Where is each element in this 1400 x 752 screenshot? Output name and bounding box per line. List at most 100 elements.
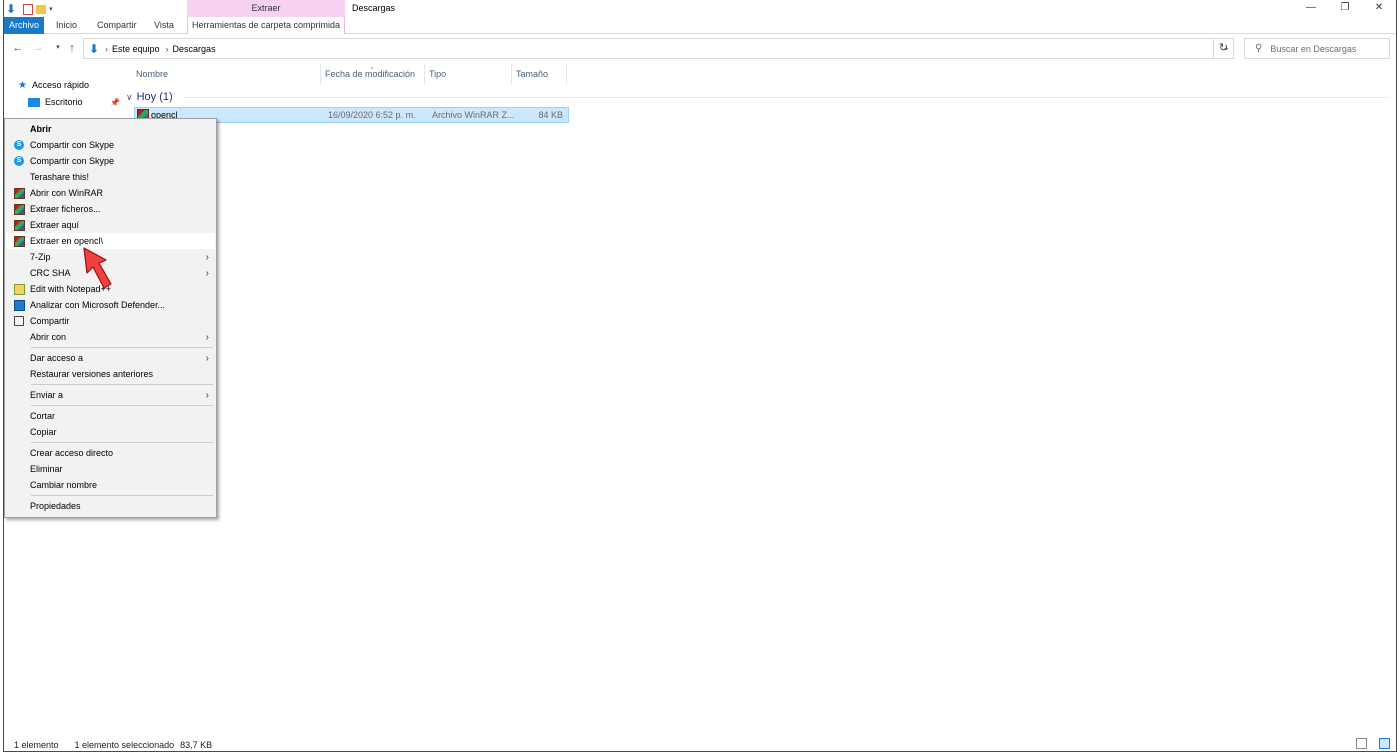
menu-item-abrir-con[interactable]: Abrir con › — [6, 329, 215, 345]
menu-item-compartir-skype[interactable]: S Compartir con Skype — [6, 137, 215, 153]
menu-item-label: Extraer aquí — [30, 220, 80, 230]
properties-icon[interactable] — [23, 3, 34, 15]
collapse-chevron-icon[interactable]: ∨ — [126, 92, 133, 103]
tab-archivo[interactable]: Archivo — [4, 17, 44, 34]
close-button[interactable]: ✕ — [1362, 0, 1396, 17]
tab-inicio[interactable]: Inicio — [50, 17, 83, 34]
menu-item-abrir[interactable]: Abrir — [6, 121, 215, 137]
breadcrumb-descargas[interactable]: Descargas — [173, 44, 216, 54]
menu-item-terashare[interactable]: Terashare this! — [6, 169, 215, 185]
menu-item-crear-acceso-directo[interactable]: Crear acceso directo — [6, 445, 215, 461]
winrar-icon — [13, 219, 25, 231]
star-icon: ★ — [18, 79, 27, 91]
download-folder-icon[interactable]: ⬇ — [6, 2, 16, 16]
group-label: Hoy (1) — [136, 91, 173, 103]
column-header-type[interactable]: Tipo — [425, 64, 512, 84]
nav-item-escritorio[interactable]: Escritorio 📌 — [28, 94, 124, 110]
menu-item-label: Abrir con — [30, 332, 67, 342]
pin-icon: 📌 — [110, 97, 120, 107]
menu-item-compartir[interactable]: Compartir — [6, 313, 215, 329]
nav-item-label: Escritorio — [45, 97, 83, 107]
menu-item-label: 7-Zip — [30, 252, 51, 262]
address-bar[interactable]: ⬇ › Este equipo › Descargas ⌄ — [83, 38, 1234, 59]
tab-compartir[interactable]: Compartir — [91, 17, 143, 34]
menu-item-label: Compartir — [30, 316, 70, 326]
menu-item-restaurar-versiones[interactable]: Restaurar versiones anteriores — [6, 366, 215, 382]
ribbon-tabs: Archivo Inicio Compartir Vista Herramien… — [4, 17, 1396, 34]
menu-item-label: Enviar a — [30, 390, 64, 400]
sort-caret-icon: ⌄ — [369, 64, 375, 71]
tab-herramientas-carpeta-comprimida[interactable]: Herramientas de carpeta comprimida — [187, 17, 345, 34]
customize-qat-icon[interactable]: ▾ — [49, 5, 53, 13]
menu-item-enviar-a[interactable]: Enviar a › — [6, 387, 215, 403]
menu-item-cambiar-nombre[interactable]: Cambiar nombre — [6, 477, 215, 493]
tab-vista[interactable]: Vista — [148, 17, 180, 34]
menu-item-abrir-winrar[interactable]: Abrir con WinRAR — [6, 185, 215, 201]
menu-item-compartir-skype-2[interactable]: S Compartir con Skype — [6, 153, 215, 169]
column-header-size[interactable]: Tamaño — [512, 64, 567, 84]
context-menu: Abrir S Compartir con Skype S Compartir co… — [4, 118, 217, 518]
submenu-chevron-icon: › — [205, 331, 209, 343]
menu-separator — [31, 442, 213, 443]
search-input[interactable]: ⚲ Buscar en Descargas — [1244, 38, 1390, 59]
column-header-name[interactable]: Nombre — [132, 64, 321, 84]
menu-item-label: Copiar — [30, 427, 57, 437]
context-tab-group-label: Extraer — [187, 0, 345, 17]
red-pointer-arrow-icon — [83, 247, 112, 289]
large-icons-view-icon[interactable] — [1379, 738, 1390, 749]
menu-separator — [31, 405, 213, 406]
back-arrow-icon[interactable]: ← — [10, 40, 26, 56]
window-title: Descargas — [352, 3, 396, 13]
menu-item-label: Restaurar versiones anteriores — [30, 369, 154, 379]
search-icon: ⚲ — [1255, 43, 1263, 54]
menu-item-label: Cambiar nombre — [30, 480, 98, 490]
menu-item-label: Analizar con Microsoft Defender... — [30, 300, 166, 310]
submenu-chevron-icon: › — [205, 267, 209, 279]
forward-arrow-icon[interactable]: → — [30, 40, 46, 56]
restore-button[interactable]: ❐ — [1328, 0, 1362, 17]
defender-icon — [13, 299, 25, 311]
menu-separator — [31, 347, 213, 348]
view-switcher — [1346, 738, 1390, 749]
column-header-date[interactable]: ⌄ Fecha de modificación — [321, 64, 425, 84]
submenu-chevron-icon: › — [205, 251, 209, 263]
up-arrow-icon[interactable]: ↑ — [64, 40, 80, 56]
menu-item-label: Eliminar — [30, 464, 63, 474]
nav-item-acceso-rapido[interactable]: ★ Acceso rápido — [18, 77, 89, 93]
menu-item-eliminar[interactable]: Eliminar — [6, 461, 215, 477]
minimize-button[interactable]: — — [1294, 0, 1328, 17]
menu-item-defender[interactable]: Analizar con Microsoft Defender... — [6, 297, 215, 313]
menu-item-copiar[interactable]: Copiar — [6, 424, 215, 440]
menu-item-dar-acceso[interactable]: Dar acceso a › — [6, 350, 215, 366]
refresh-icon[interactable]: ↻ — [1213, 38, 1234, 59]
status-selected-size: 83,7 KB — [180, 740, 213, 750]
skype-icon: S — [14, 140, 24, 150]
search-placeholder: Buscar en Descargas — [1270, 43, 1357, 54]
new-folder-icon[interactable] — [36, 4, 47, 14]
menu-item-label: Compartir con Skype — [30, 140, 115, 150]
details-view-icon[interactable] — [1356, 738, 1367, 749]
menu-item-extraer-aqui[interactable]: Extraer aquí — [6, 217, 215, 233]
notepad-icon — [13, 283, 25, 295]
menu-item-label: Extraer ficheros... — [30, 204, 101, 214]
file-type: Archivo WinRAR Z... — [432, 110, 515, 120]
status-bar: 1 elemento 1 elemento seleccionado 83,7 … — [4, 738, 1396, 752]
menu-separator — [31, 384, 213, 385]
status-selected: 1 elemento seleccionado — [74, 740, 175, 750]
menu-item-label: Cortar — [30, 411, 56, 421]
breadcrumb-separator-icon[interactable]: › — [105, 44, 108, 54]
menu-item-cortar[interactable]: Cortar — [6, 408, 215, 424]
menu-item-label: Extraer en opencl\ — [30, 236, 104, 246]
breadcrumb-separator-icon[interactable]: › — [166, 44, 169, 54]
desktop-icon — [28, 97, 40, 107]
menu-item-label: Terashare this! — [30, 172, 90, 182]
submenu-chevron-icon: › — [205, 352, 209, 364]
menu-item-extraer-ficheros[interactable]: Extraer ficheros... — [6, 201, 215, 217]
group-header-hoy[interactable]: ∨ Hoy (1) — [126, 89, 173, 105]
file-size: 84 KB — [538, 110, 563, 120]
share-icon — [14, 316, 24, 326]
downloads-location-icon: ⬇ — [89, 41, 100, 56]
group-divider — [184, 97, 1390, 98]
breadcrumb-este-equipo[interactable]: Este equipo — [112, 44, 160, 54]
menu-item-propiedades[interactable]: Propiedades — [6, 498, 215, 514]
